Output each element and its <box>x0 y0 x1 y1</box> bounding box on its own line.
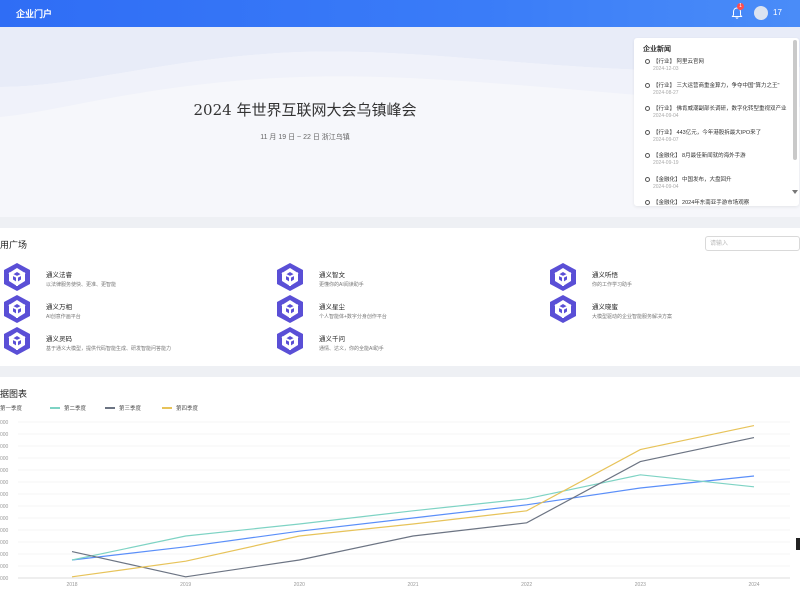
news-item-date: 2024-09-19 <box>653 160 679 166</box>
news-item[interactable]: 【金融化】 2024年东南亚手游市场观察2024-09-01 <box>634 197 792 206</box>
avatar[interactable] <box>754 6 768 20</box>
app-card[interactable]: 通义星尘 个人智能体+数字分身创作平台 <box>275 294 515 324</box>
banner-title: 2024 年世界互联网大会乌镇峰会 <box>193 101 417 119</box>
y-tick-label: 000 <box>0 552 9 558</box>
app-name: 通义智文 <box>319 272 345 279</box>
app-name: 通义晓蜜 <box>592 304 618 311</box>
news-item-title[interactable]: 【金融化】 8月最佳新闻就的海外手游 <box>653 151 789 159</box>
y-tick-label: 000 <box>0 540 9 546</box>
banner-subtitle: 11 月 19 日 ~ 22 日 浙江乌镇 <box>260 134 350 141</box>
x-tick-label: 2022 <box>521 582 532 588</box>
app-card[interactable]: 通义法睿 以法律服务使快、更准、更智能 <box>2 262 242 292</box>
news-scrollbar[interactable] <box>793 40 797 160</box>
brand-title[interactable]: 企业门户 <box>16 7 52 20</box>
news-item-title[interactable]: 【行业】 三大运营商重金算力，争夺中国"算力之王" <box>653 81 789 89</box>
y-tick-label: 000 <box>0 456 9 462</box>
floating-side-handle[interactable] <box>796 538 800 550</box>
scroll-down-arrow-icon[interactable] <box>792 190 798 194</box>
y-tick-label: 000 <box>0 480 9 486</box>
y-tick-label: 000 <box>0 576 9 582</box>
app-name: 通义星尘 <box>319 304 345 311</box>
x-tick-label: 2023 <box>635 582 646 588</box>
app-name: 通义法睿 <box>46 272 72 279</box>
news-item[interactable]: 【金融化】 中国发布，大盘回升 2024-09-04 <box>634 174 792 198</box>
news-item-title[interactable]: 【金融化】 中国发布，大盘回升 <box>653 175 789 183</box>
app-description: AI创意作画平台 <box>46 314 81 320</box>
news-item[interactable]: 【行业】 阿里云官网 2024-12-03 <box>634 56 792 80</box>
qwen-logo-icon <box>549 294 577 324</box>
app-description: 大模型驱动的企业智能服务解决方案 <box>592 314 673 320</box>
qwen-logo-icon <box>276 294 304 324</box>
qwen-logo-icon <box>276 326 304 356</box>
bullet-icon <box>645 59 650 64</box>
top-bar: 企业门户 1 17 <box>0 0 800 27</box>
bullet-icon <box>645 176 650 182</box>
app-description: 通情、达义，你的全能AI助手 <box>319 346 384 352</box>
qwen-logo-icon <box>276 262 304 292</box>
app-description: 更懂你的AI阅读助手 <box>319 282 364 288</box>
search-input[interactable] <box>705 236 800 251</box>
news-item-date: 2024-12-03 <box>653 66 679 72</box>
news-item-title[interactable]: 【行业】 443亿元，今年港股拆最大IPO来了 <box>653 128 789 136</box>
y-tick-label: 000 <box>0 504 9 510</box>
news-item[interactable]: 【行业】 443亿元，今年港股拆最大IPO来了 2024-09-07 <box>634 127 792 151</box>
data-chart-section: 据图表 第一季度 第二季度 第三季度 第四季度 000 000 000 000 000 000 0… <box>0 377 800 600</box>
app-description: 你的工作学习助手 <box>592 282 633 288</box>
news-panel: 企业新闻 【行业】 阿里云官网 2024-12-03 【行业】 三大运营商重金算力… <box>634 38 799 206</box>
bullet-icon <box>645 200 650 205</box>
news-panel-title: 企业新闻 <box>643 46 671 53</box>
x-tick-label: 2021 <box>407 582 418 588</box>
series-line[interactable] <box>71 437 755 578</box>
app-card[interactable]: 通义听悟 你的工作学习助手 <box>548 262 788 292</box>
y-tick-label: 000 <box>0 564 9 570</box>
y-tick-label: 000 <box>0 516 9 522</box>
x-tick-label: 2018 <box>66 582 77 588</box>
news-item-date: 2024-08-27 <box>653 89 679 96</box>
bullet-icon <box>645 153 650 158</box>
bullet-icon <box>645 82 650 88</box>
app-name: 通义灵码 <box>46 336 72 343</box>
app-plaza-section: 用广场 通义法睿 以法律服务使快、更准、更智能 通义智文 更懂你的AI阅读助手 … <box>0 228 800 366</box>
news-item[interactable]: 【行业】 佛肯威潮副部长调研，数字化转型重视双产业 2024-09-04 <box>634 103 792 127</box>
y-tick-label: 000 <box>0 528 9 534</box>
app-card[interactable]: 通义晓蜜 大模型驱动的企业智能服务解决方案 <box>548 294 788 324</box>
y-tick-label: 000 <box>0 468 9 474</box>
bullet-icon <box>645 106 650 111</box>
qwen-logo-icon <box>3 326 31 356</box>
app-description: 基于通义大模型，提供代码智能生成、研发智能问答能力 <box>46 346 172 352</box>
news-list: 【行业】 阿里云官网 2024-12-03 【行业】 三大运营商重金算力，争夺中国… <box>634 56 792 206</box>
qwen-logo-icon <box>3 294 31 324</box>
news-item[interactable]: 【金融化】 8月最佳新闻就的海外手游 2024-09-19 <box>634 150 792 174</box>
qwen-logo-icon <box>549 262 577 292</box>
app-name: 通义万相 <box>46 304 72 311</box>
app-card[interactable]: 通义智文 更懂你的AI阅读助手 <box>275 262 515 292</box>
news-item-title[interactable]: 【金融化】 2024年东南亚手游市场观察 <box>653 198 789 206</box>
notification-badge: 1 <box>737 3 744 10</box>
app-name: 通义听悟 <box>592 272 618 279</box>
y-tick-label: 000 <box>0 432 9 438</box>
section-title: 用广场 <box>0 240 28 250</box>
username[interactable]: 17 <box>773 8 782 17</box>
y-tick-label: 000 <box>0 444 9 450</box>
app-card[interactable]: 通义万相 AI创意作画平台 <box>2 294 242 324</box>
news-item-date: 2024-09-04 <box>653 183 679 190</box>
qwen-logo-icon <box>3 262 31 292</box>
app-card[interactable]: 通义千问 通情、达义，你的全能AI助手 <box>275 326 515 356</box>
x-tick-label: 2019 <box>180 582 191 588</box>
x-tick-label: 2024 <box>748 582 759 588</box>
news-item-date: 2024-09-07 <box>653 136 679 143</box>
x-tick-label: 2020 <box>294 582 305 588</box>
y-tick-label: 000 <box>0 492 9 498</box>
news-item-date: 2024-09-04 <box>653 113 679 119</box>
app-description: 以法律服务使快、更准、更智能 <box>46 282 117 288</box>
y-tick-label: 000 <box>0 420 9 426</box>
bullet-icon <box>645 129 650 135</box>
app-name: 通义千问 <box>319 336 345 343</box>
app-card[interactable]: 通义灵码 基于通义大模型，提供代码智能生成、研发智能问答能力 <box>2 326 242 356</box>
app-description: 个人智能体+数字分身创作平台 <box>319 314 387 320</box>
line-chart: 000 000 000 000 000 000 000 000 000 000 000 000 000 0… <box>0 420 790 588</box>
news-item-title[interactable]: 【行业】 阿里云官网 <box>653 57 789 65</box>
news-item[interactable]: 【行业】 三大运营商重金算力，争夺中国"算力之王" 2024-08-27 <box>634 80 792 104</box>
news-item-title[interactable]: 【行业】 佛肯威潮副部长调研，数字化转型重视双产业 <box>653 104 789 112</box>
